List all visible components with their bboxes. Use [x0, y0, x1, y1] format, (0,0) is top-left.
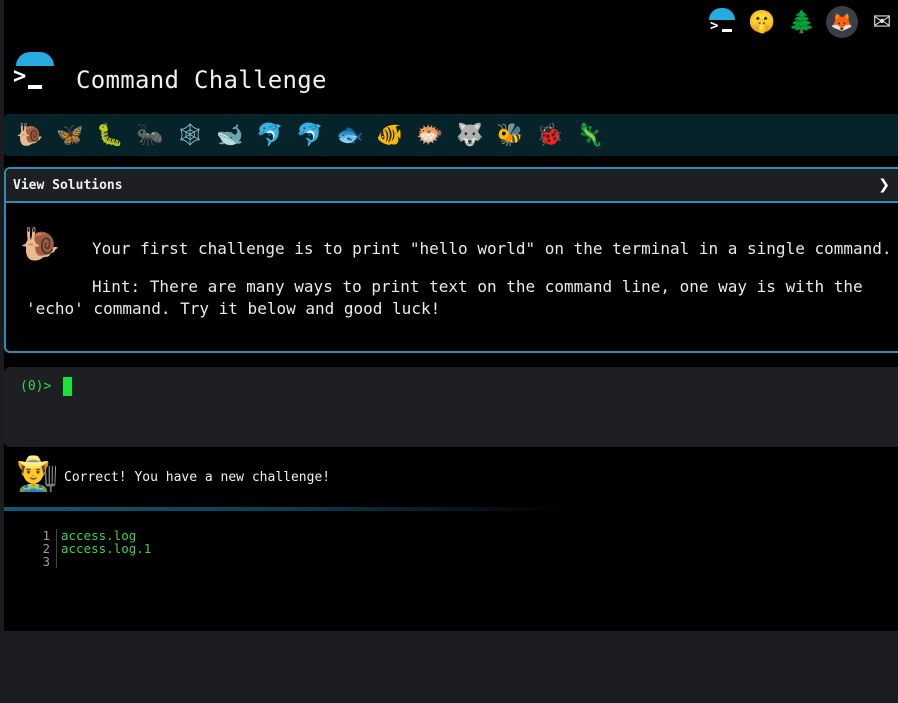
top-icons: > 🤫 🌲 🦊 ✉ — [706, 4, 898, 40]
tree-icon[interactable]: 🌲 — [786, 6, 818, 38]
view-solutions-toggle[interactable]: View Solutions ❯ — [6, 169, 898, 203]
terminal-logo-icon[interactable]: > — [706, 6, 738, 38]
gitlab-icon[interactable]: 🦊 — [826, 6, 858, 38]
shark-icon[interactable]: 🐬 — [290, 115, 330, 155]
level-strip: 🐌 🦋 🐛 🐜 🕸 🐋 🐬 🐬 🐟 🐠 🐡 🐺 🐝 🐞 🦎 — [4, 114, 898, 156]
snail-icon[interactable]: 🐌 — [10, 115, 50, 155]
terminal-prompt: (0)> — [20, 379, 52, 394]
butterfly-icon[interactable]: 🦋 — [50, 115, 90, 155]
terminal-logo-icon[interactable]: > — [10, 52, 56, 98]
page-title: Command Challenge — [76, 66, 327, 94]
lizard-icon[interactable]: 🦎 — [570, 115, 610, 155]
fish-icon[interactable]: 🐟 — [330, 115, 370, 155]
chevron-right-icon[interactable]: ❯ — [878, 177, 890, 193]
spider-web-icon[interactable]: 🕸 — [170, 115, 210, 155]
hint-text: Hint: There are many ways to print text … — [26, 277, 863, 318]
challenge-text: Your first challenge is to print "hello … — [92, 239, 892, 258]
whale-icon[interactable]: 🐋 — [210, 115, 250, 155]
pufferfish-icon[interactable]: 🐡 — [410, 115, 450, 155]
terminal-cursor — [63, 377, 72, 396]
view-solutions-label: View Solutions — [13, 177, 123, 193]
ant-icon[interactable]: 🐜 — [130, 115, 170, 155]
feedback-message: Correct! You have a new challenge! — [64, 470, 331, 485]
bee-icon[interactable]: 🐝 — [490, 115, 530, 155]
line-text: access.log.1 — [61, 541, 152, 556]
wolf-icon[interactable]: 🐺 — [450, 115, 490, 155]
shushing-face-icon[interactable]: 🤫 — [746, 6, 778, 38]
person-icon: 👨‍🌾 — [16, 454, 59, 494]
ladybug-icon[interactable]: 🐞 — [530, 115, 570, 155]
dolphin-icon[interactable]: 🐬 — [250, 115, 290, 155]
challenge-panel: View Solutions ❯ 🐌 Your first challenge … — [4, 167, 898, 353]
command-output: 1 access.log 2 access.log.1 3 — [30, 529, 151, 568]
line-number: 3 — [30, 555, 57, 568]
divider — [4, 507, 564, 511]
tropical-fish-icon[interactable]: 🐠 — [370, 115, 410, 155]
envelope-icon[interactable]: ✉ — [866, 6, 898, 38]
terminal-input[interactable]: (0)> — [4, 367, 898, 447]
snail-icon: 🐌 — [20, 225, 60, 263]
output-line: 3 — [30, 555, 151, 568]
caterpillar-icon[interactable]: 🐛 — [90, 115, 130, 155]
